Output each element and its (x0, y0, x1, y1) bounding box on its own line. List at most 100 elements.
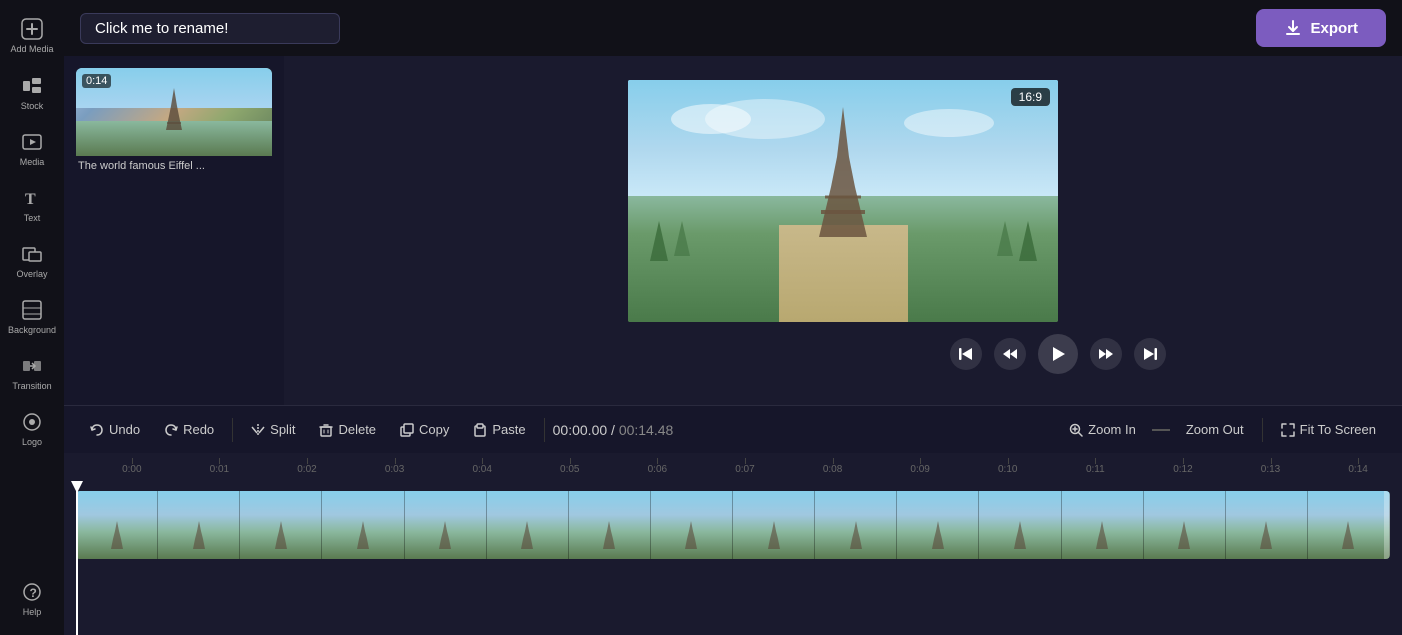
redo-label: Redo (183, 422, 214, 437)
overlay-icon (21, 243, 43, 265)
sidebar-label-transition: Transition (12, 381, 51, 391)
zoom-in-label: Zoom In (1088, 422, 1136, 437)
track-thumbnail (815, 491, 897, 559)
sidebar-label-help: Help (23, 607, 42, 617)
zoom-out-button[interactable]: Zoom Out (1176, 416, 1254, 443)
ruler-mark: 0:01 (176, 464, 264, 475)
track-thumbnail (158, 491, 240, 559)
logo-icon (21, 411, 43, 433)
eiffel-preview-icon (813, 107, 873, 237)
sidebar-item-add-media[interactable]: Add Media (0, 8, 64, 65)
media-duration: 0:14 (82, 74, 111, 88)
track-thumbnail (76, 491, 158, 559)
sidebar-label-stock: Stock (21, 101, 44, 111)
track-right-handle[interactable] (1384, 491, 1390, 559)
media-panel: 0:14 The world famous Eiffel ... (64, 56, 284, 405)
time-display: 00:00.00 / 00:14.48 (553, 422, 674, 438)
rewind-button[interactable] (994, 338, 1026, 370)
sidebar-item-transition[interactable]: Transition (0, 345, 64, 401)
track-thumbnail (651, 491, 733, 559)
ruler-mark: 0:11 (1052, 464, 1140, 475)
track-thumbnail (733, 491, 815, 559)
sidebar-label-add-media: Add Media (10, 44, 53, 55)
timeline-toolbar: Undo Redo Split (64, 405, 1402, 453)
track-thumbnail (487, 491, 569, 559)
undo-label: Undo (109, 422, 140, 437)
play-button[interactable] (1038, 334, 1078, 374)
time-divider: / (611, 422, 619, 438)
total-time: 00:14.48 (619, 422, 674, 438)
redo-button[interactable]: Redo (154, 416, 224, 443)
sidebar-item-help[interactable]: ? Help (0, 571, 64, 627)
media-item[interactable]: 0:14 The world famous Eiffel ... (76, 68, 272, 176)
track-thumbnail (240, 491, 322, 559)
sidebar-item-logo[interactable]: Logo (0, 401, 64, 457)
bottom-panel: Undo Redo Split (64, 405, 1402, 635)
playhead[interactable] (76, 485, 78, 635)
ruler-mark: 0:12 (1139, 464, 1227, 475)
stock-icon (21, 75, 43, 97)
export-button[interactable]: Export (1256, 9, 1386, 47)
delete-label: Delete (338, 422, 376, 437)
undo-button[interactable]: Undo (80, 416, 150, 443)
separator-2 (544, 418, 545, 442)
ruler-mark: 0:00 (88, 464, 176, 475)
sidebar-item-background[interactable]: Background (0, 289, 64, 345)
preview-area: 16:9 (284, 56, 1402, 405)
aspect-ratio-badge: 16:9 (1011, 88, 1050, 106)
ruler-mark: 0:02 (263, 464, 351, 475)
fit-to-screen-label: Fit To Screen (1300, 422, 1376, 437)
skip-to-start-button[interactable] (950, 338, 982, 370)
skip-to-end-button[interactable] (1134, 338, 1166, 370)
sidebar-item-stock[interactable]: Stock (0, 65, 64, 121)
fast-forward-button[interactable] (1090, 338, 1122, 370)
ruler-mark: 0:04 (438, 464, 526, 475)
ruler-mark: 0:14 (1314, 464, 1402, 475)
zoom-out-label: Zoom Out (1186, 422, 1244, 437)
sidebar: Add Media Stock Media T Text (0, 0, 64, 635)
copy-button[interactable]: Copy (390, 416, 459, 443)
sidebar-item-text[interactable]: T Text (0, 177, 64, 233)
main-panel: Export 0:14 (64, 0, 1402, 635)
track-thumbnail (1062, 491, 1144, 559)
copy-label: Copy (419, 422, 449, 437)
split-button[interactable]: Split (241, 416, 305, 443)
timeline-container: 0:000:010:020:030:040:050:060:070:080:09… (64, 453, 1402, 635)
sidebar-item-overlay[interactable]: Overlay (0, 233, 64, 289)
help-icon: ? (21, 581, 43, 603)
track-thumbnail (1226, 491, 1308, 559)
video-track[interactable] (76, 491, 1390, 559)
media-label: The world famous Eiffel ... (76, 156, 272, 176)
separator-1 (232, 418, 233, 442)
content-area: 0:14 The world famous Eiffel ... (64, 56, 1402, 405)
ruler-mark: 0:05 (526, 464, 614, 475)
sidebar-item-media[interactable]: Media (0, 121, 64, 177)
preview-frame: 16:9 (628, 80, 1058, 322)
sidebar-label-media: Media (20, 157, 45, 167)
track-thumbnail (569, 491, 651, 559)
fit-to-screen-button[interactable]: Fit To Screen (1271, 416, 1386, 443)
track-thumbnail (1308, 491, 1390, 559)
media-icon (21, 131, 43, 153)
separator-3 (1262, 418, 1263, 442)
ruler-mark: 0:03 (351, 464, 439, 475)
media-thumbnail: 0:14 (76, 68, 272, 156)
svg-text:?: ? (30, 586, 37, 600)
track-thumbnail (405, 491, 487, 559)
timeline-tracks (64, 485, 1402, 635)
ruler-mark: 0:07 (701, 464, 789, 475)
zoom-in-button[interactable]: Zoom In (1059, 416, 1146, 443)
delete-button[interactable]: Delete (309, 416, 386, 443)
add-media-icon (21, 18, 43, 40)
timeline-ruler: 0:000:010:020:030:040:050:060:070:080:09… (64, 453, 1402, 485)
svg-text:T: T (25, 191, 36, 208)
track-thumbnail (897, 491, 979, 559)
project-title-input[interactable] (80, 13, 340, 44)
sidebar-label-logo: Logo (22, 437, 42, 447)
ruler-mark: 0:09 (876, 464, 964, 475)
paste-label: Paste (492, 422, 525, 437)
background-icon (21, 299, 43, 321)
sidebar-label-text: Text (24, 213, 41, 223)
text-icon: T (21, 187, 43, 209)
paste-button[interactable]: Paste (463, 416, 535, 443)
